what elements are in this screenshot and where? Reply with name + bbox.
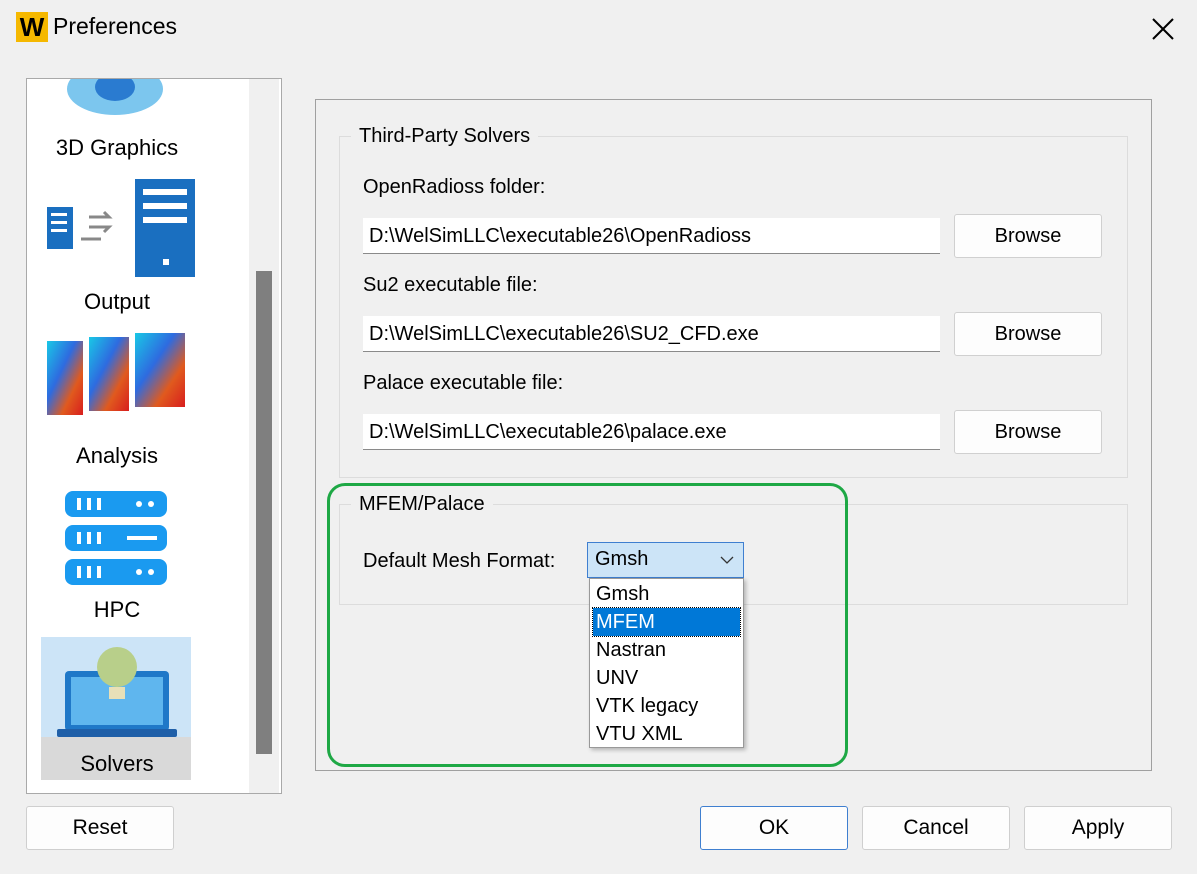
sidebar-item-3d-graphics[interactable]: 3D Graphics [27,79,247,169]
openradioss-path-input[interactable]: D:\WelSimLLC\executable26\OpenRadioss [363,218,940,254]
ok-button[interactable]: OK [700,806,848,850]
palace-label: Palace executable file: [363,372,564,394]
title-bar [0,0,1197,56]
openradioss-label: OpenRadioss folder: [363,176,546,198]
app-logo-icon: W [16,12,48,42]
highlight-annotation [327,483,848,767]
palace-path-input[interactable]: D:\WelSimLLC\executable26\palace.exe [363,414,940,450]
preferences-sidebar: 3D Graphics Output Analysis HPC Solvers [26,78,282,794]
su2-browse-button[interactable]: Browse [954,312,1102,356]
sidebar-item-label: Analysis [76,443,158,468]
sidebar-item-label: Solvers [80,751,154,776]
openradioss-browse-button[interactable]: Browse [954,214,1102,258]
palace-browse-button[interactable]: Browse [954,410,1102,454]
sidebar-item-analysis[interactable]: Analysis [27,329,247,469]
sidebar-item-hpc[interactable]: HPC [27,483,247,623]
reset-button[interactable]: Reset [26,806,174,850]
su2-path-input[interactable]: D:\WelSimLLC\executable26\SU2_CFD.exe [363,316,940,352]
sidebar-item-output[interactable]: Output [27,179,247,314]
group-title: Third-Party Solvers [351,125,539,148]
cancel-button[interactable]: Cancel [862,806,1010,850]
sidebar-item-label: HPC [93,597,141,622]
sidebar-scrollbar-thumb[interactable] [256,271,272,754]
apply-button[interactable]: Apply [1024,806,1172,850]
sidebar-item-solvers[interactable]: Solvers [41,637,191,780]
output-icon [47,179,195,277]
close-button[interactable] [1140,6,1184,50]
sidebar-item-label: Output [83,289,151,314]
sidebar-item-label: 3D Graphics [55,135,179,160]
hpc-server-icon [65,491,167,585]
window-title: Preferences [53,13,178,39]
analysis-fem-icon [47,333,185,415]
3d-graphics-icon [67,79,163,115]
su2-label: Su2 executable file: [363,274,538,296]
solvers-laptop-icon [57,647,177,737]
close-icon [1152,18,1174,40]
